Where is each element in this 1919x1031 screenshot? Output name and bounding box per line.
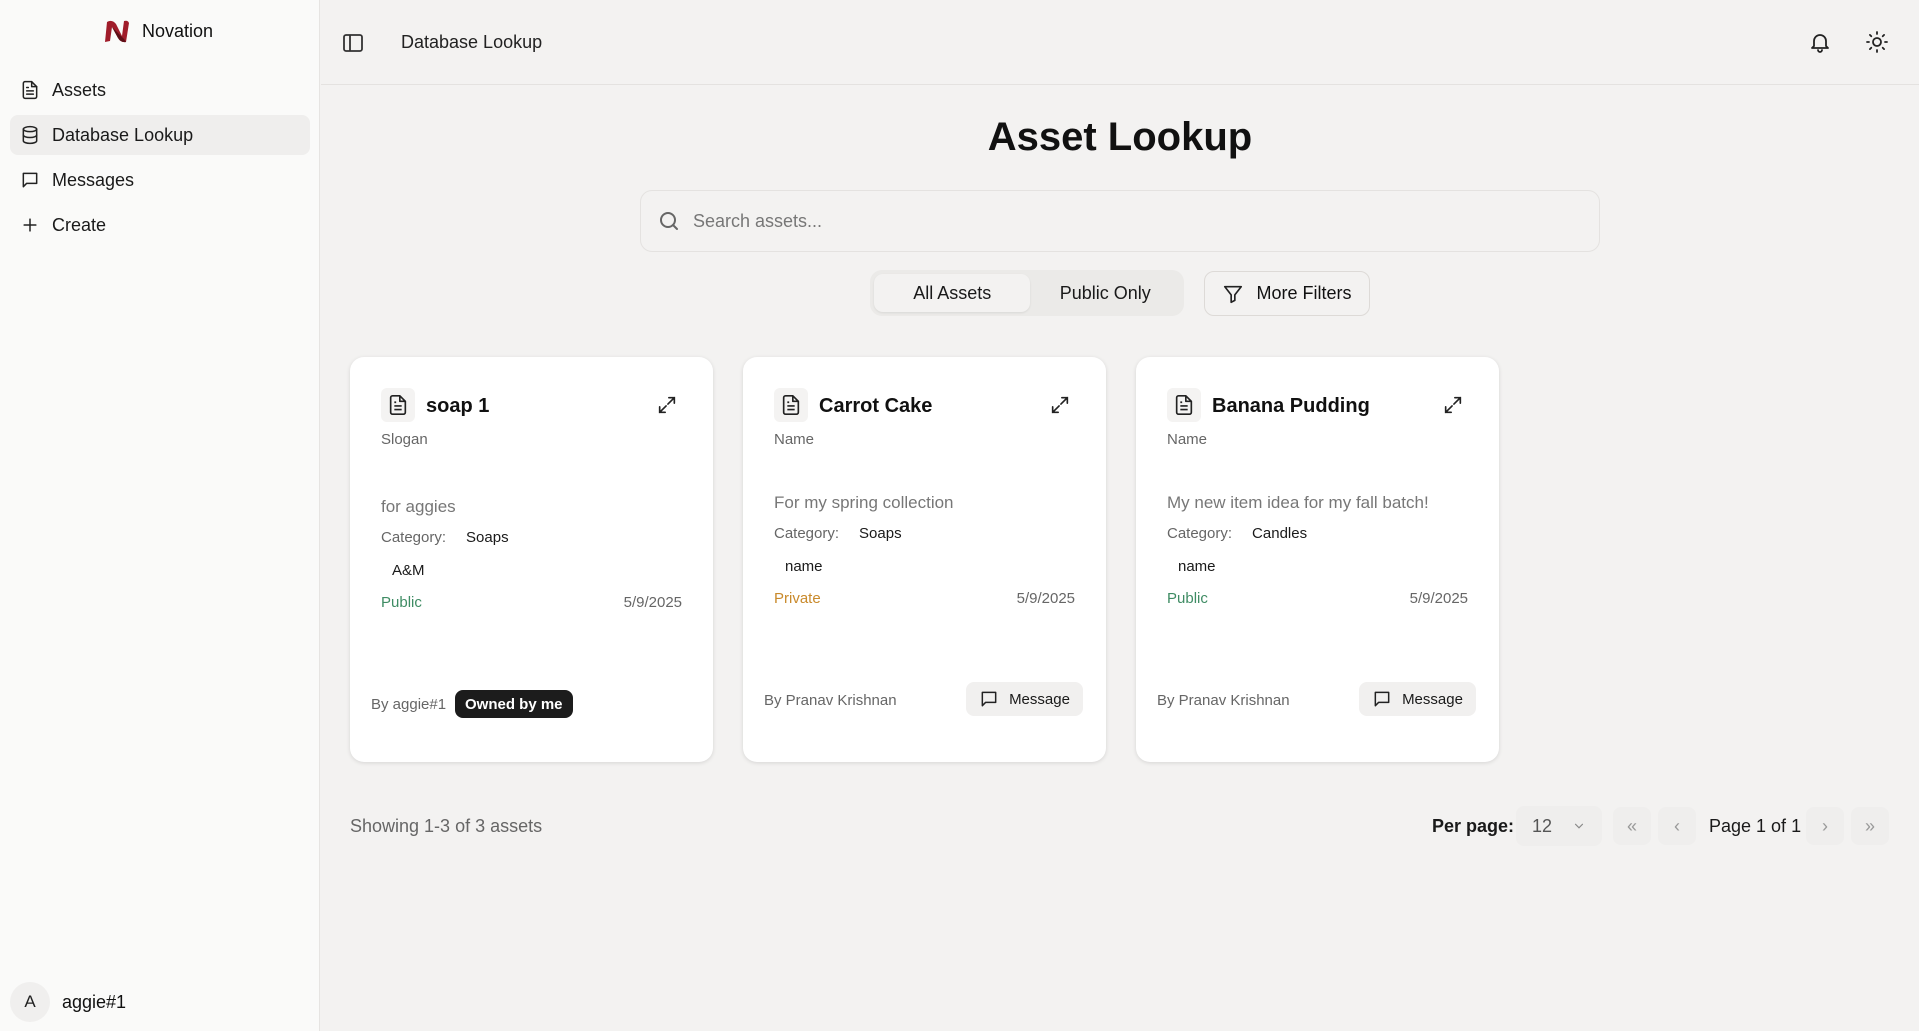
sidebar: Novation Assets Database Lookup Messages… [0,0,320,1031]
card-tag: A&M [392,561,425,579]
card-tag: name [1178,557,1216,575]
per-page-label: Per page: [1432,816,1515,836]
document-icon [22,80,38,100]
bell-icon[interactable] [1808,30,1832,54]
sidebar-item-database-lookup[interactable]: Database Lookup [10,115,310,155]
visibility-filter: All Assets Public Only [870,270,1184,316]
avatar: A [10,982,50,1022]
category-label: Category: [774,525,840,542]
database-icon [22,125,38,145]
card-owner: By Pranav Krishnan [1157,692,1290,709]
card-type: Slogan [381,431,428,448]
message-icon [981,691,997,707]
user-name: aggie#1 [62,991,127,1012]
visibility-status: Public [381,594,422,611]
visibility-status: Private [774,590,821,607]
asset-card[interactable]: Banana Pudding Name My new item idea for… [1136,357,1499,762]
card-owner: By Pranav Krishnan [764,692,897,709]
sidebar-nav: Assets Database Lookup Messages Create [10,70,310,250]
message-button[interactable]: Message [966,682,1083,716]
plus-icon [23,218,37,232]
document-icon [1167,388,1201,422]
category-value: Candles [1252,525,1308,542]
brand-name: Novation [142,20,214,41]
last-page-button[interactable]: » [1851,807,1889,845]
card-title: soap 1 [426,395,490,417]
sidebar-toggle-icon[interactable] [341,31,365,55]
card-date: 5/9/2025 [1409,590,1468,607]
card-type: Name [1167,431,1208,448]
sun-icon[interactable] [1865,30,1889,54]
asset-card[interactable]: Carrot Cake Name For my spring collectio… [743,357,1106,762]
top-header: Database Lookup [321,0,1919,85]
asset-card[interactable]: soap 1 Slogan for aggies Category: Soaps … [350,357,713,762]
more-filters-button[interactable]: More Filters [1204,271,1370,316]
category-value: Soaps [466,529,509,546]
owned-badge: Owned by me [455,690,573,718]
sidebar-item-label: Messages [52,169,135,190]
expand-icon[interactable] [1049,394,1071,416]
card-title: Banana Pudding [1212,395,1370,417]
category-label: Category: [1167,525,1233,542]
card-category: Category: Soaps [774,525,902,542]
page-indicator: Page 1 of 1 [1709,816,1802,836]
card-description: For my spring collection [774,493,954,512]
novation-logo-icon [105,20,129,43]
category-label: Category: [381,529,447,546]
sidebar-item-messages[interactable]: Messages [10,160,310,200]
card-description: for aggies [381,497,456,516]
expand-icon[interactable] [656,394,678,416]
card-date: 5/9/2025 [1016,590,1075,607]
document-icon [381,388,415,422]
breadcrumb: Database Lookup [401,32,543,52]
user-menu[interactable]: A aggie#1 [10,982,126,1022]
tab-public-only[interactable]: Public Only [1030,274,1180,312]
visibility-status: Public [1167,590,1208,607]
filter-icon [1224,285,1243,303]
card-category: Category: Candles [1167,525,1307,542]
per-page-value: 12 [1532,815,1553,836]
sidebar-item-label: Assets [52,79,107,100]
page-title: Asset Lookup [987,115,1253,159]
search-input[interactable] [693,210,1573,232]
first-page-button[interactable]: « [1613,807,1651,845]
next-page-button[interactable]: › [1806,807,1844,845]
document-icon [774,388,808,422]
message-icon [22,172,38,188]
prev-page-button[interactable]: ‹ [1658,807,1696,845]
card-category: Category: Soaps [381,529,509,546]
search-bar [640,190,1600,252]
message-button[interactable]: Message [1359,682,1476,716]
card-description: My new item idea for my fall batch! [1167,493,1429,512]
sidebar-item-create[interactable]: Create [10,205,310,245]
message-icon [1374,691,1390,707]
expand-icon[interactable] [1442,394,1464,416]
card-tag: name [785,557,823,575]
brand[interactable]: Novation [104,16,213,46]
card-owner: By aggie#1 [371,696,447,713]
sidebar-item-label: Database Lookup [52,124,194,145]
sidebar-item-label: Create [52,214,107,235]
message-button-label: Message [1402,690,1463,708]
chevron-down-icon [1574,823,1584,829]
search-icon [660,212,678,230]
results-count: Showing 1-3 of 3 assets [350,816,543,836]
sidebar-item-assets[interactable]: Assets [10,70,310,110]
more-filters-label: More Filters [1256,283,1352,303]
card-date: 5/9/2025 [623,594,682,611]
message-button-label: Message [1009,690,1070,708]
card-type: Name [774,431,815,448]
per-page-select[interactable]: 12 [1516,806,1602,846]
category-value: Soaps [859,525,902,542]
card-title: Carrot Cake [819,395,933,417]
tab-all-assets[interactable]: All Assets [874,274,1031,312]
